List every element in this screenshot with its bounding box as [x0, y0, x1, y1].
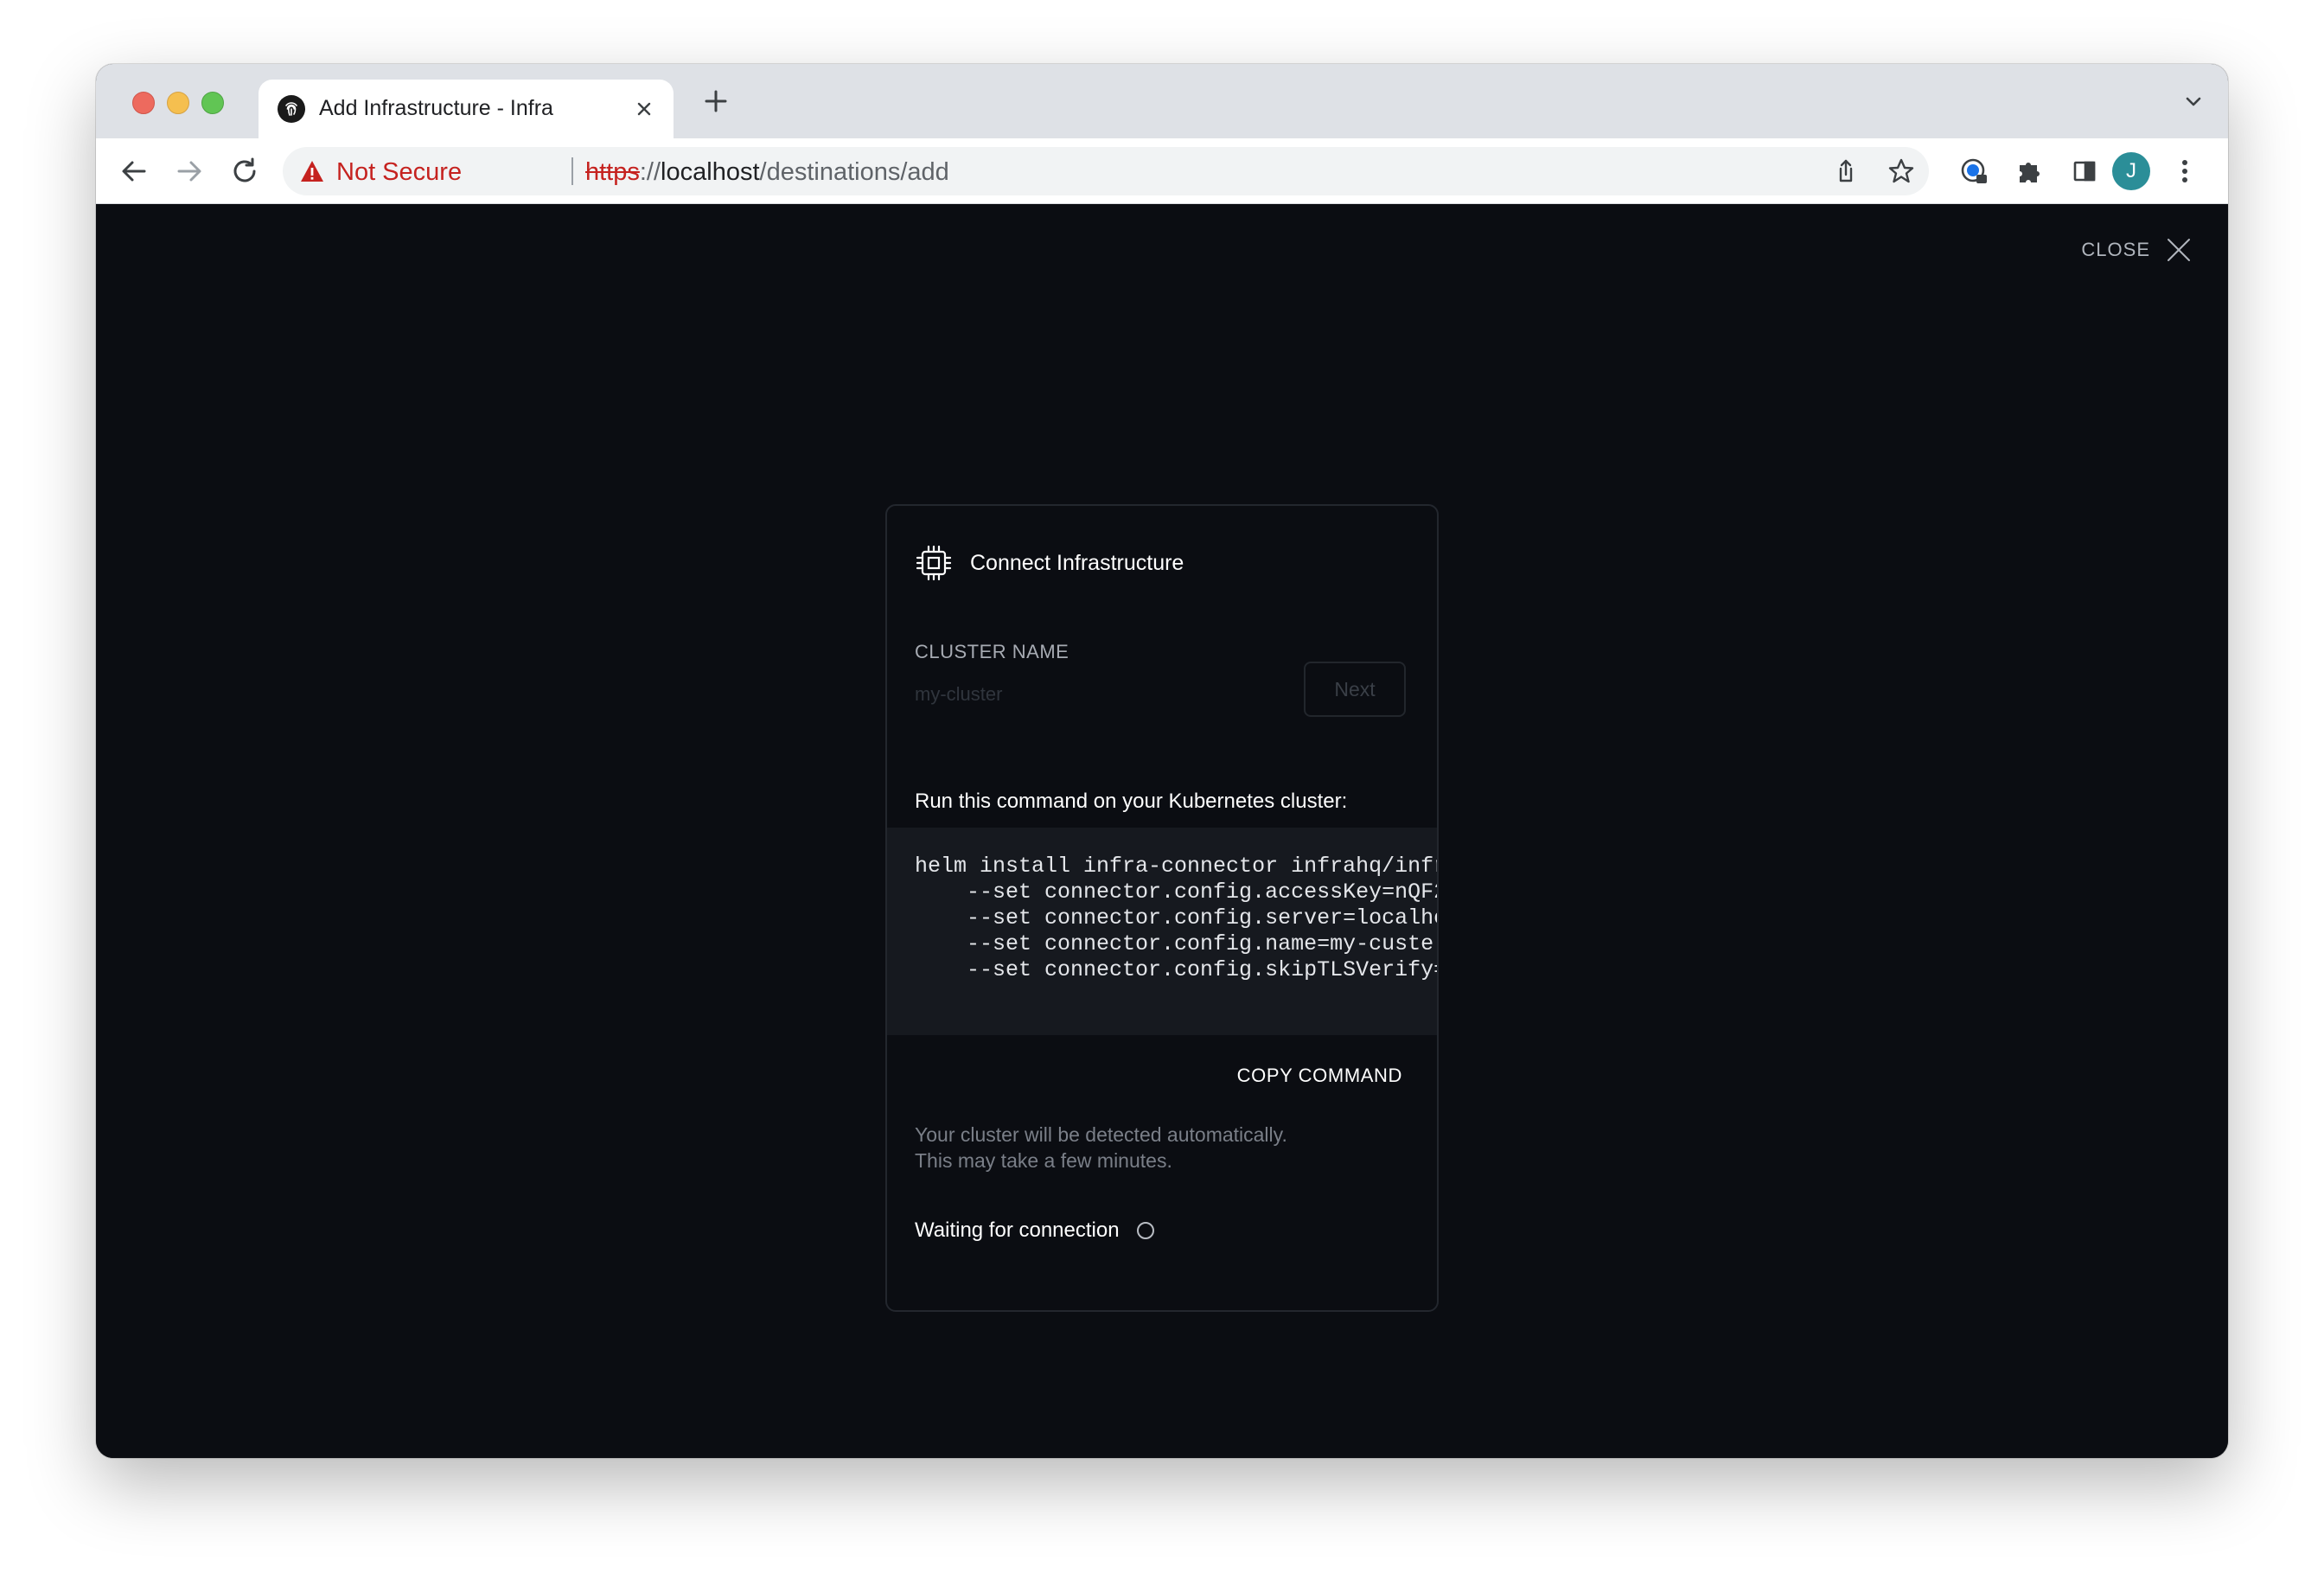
copy-command-button[interactable]: COPY COMMAND — [1237, 1065, 1402, 1087]
browser-toolbar: Not Secure https://localhost/destination… — [96, 138, 2228, 204]
tab-strip: Add Infrastructure - Infra — [96, 64, 2228, 138]
tab-title: Add Infrastructure - Infra — [319, 96, 553, 120]
cpu-chip-icon — [916, 545, 952, 581]
browser-window: Add Infrastructure - Infra Not Secure ht… — [96, 64, 2228, 1458]
url-text[interactable]: https://localhost/destinations/add — [585, 158, 949, 187]
tab-add-infrastructure[interactable]: Add Infrastructure - Infra — [259, 80, 674, 138]
command-line: --set connector.config.name=my-custe — [915, 931, 1434, 956]
command-line: --set connector.config.server=localhc — [915, 905, 1437, 930]
loading-spinner-icon — [1136, 1222, 1154, 1239]
close-label: CLOSE — [2081, 239, 2150, 260]
infra-fingerprint-icon — [278, 95, 305, 123]
more-vertical-icon[interactable] — [2168, 154, 2202, 189]
waiting-label: Waiting for connection — [915, 1218, 1120, 1242]
forward-arrow-icon[interactable] — [172, 154, 207, 189]
address-bar[interactable]: Not Secure https://localhost/destination… — [283, 147, 1929, 195]
profile-avatar[interactable]: J — [2112, 152, 2150, 190]
url-scheme: https — [585, 158, 640, 186]
next-button[interactable]: Next — [1304, 662, 1406, 717]
cluster-name-label: CLUSTER NAME — [915, 641, 1069, 662]
close-button[interactable]: CLOSE — [2081, 237, 2192, 263]
reload-icon[interactable] — [227, 154, 262, 189]
detection-note-line1: Your cluster will be detected automatica… — [915, 1123, 1287, 1146]
detection-note: Your cluster will be detected automatica… — [915, 1122, 1287, 1174]
back-arrow-icon[interactable] — [117, 154, 151, 189]
password-manager-icon[interactable] — [1957, 154, 1991, 189]
extensions-puzzle-icon[interactable] — [2012, 154, 2046, 189]
close-icon — [2168, 239, 2190, 261]
url-path: /destinations/add — [759, 158, 949, 186]
cluster-name-input[interactable] — [915, 677, 1278, 712]
new-tab-plus-icon[interactable] — [696, 81, 736, 121]
command-line: helm install infra-connector infrahq/inf… — [915, 854, 1437, 879]
warning-triangle-icon[interactable] — [300, 160, 324, 182]
share-icon[interactable] — [1829, 154, 1863, 189]
connect-infrastructure-card: Connect Infrastructure CLUSTER NAME Next… — [885, 504, 1439, 1312]
run-instruction: Run this command on your Kubernetes clus… — [915, 790, 1348, 813]
detection-note-line2: This may take a few minutes. — [915, 1149, 1172, 1172]
card-title: Connect Infrastructure — [970, 550, 1184, 575]
url-host: localhost — [661, 158, 760, 186]
chevron-down-icon[interactable] — [2180, 88, 2207, 116]
maximize-window-button[interactable] — [201, 92, 224, 114]
command-line: --set connector.config.accessKey=nQF2 — [915, 879, 1437, 905]
close-window-button[interactable] — [132, 92, 155, 114]
page-content: CLOSE Connect Infrastructure CLUSTER NAM… — [96, 204, 2228, 1458]
bookmark-star-icon[interactable] — [1884, 154, 1919, 189]
command-line: --set connector.config.skipTLSVerify= — [915, 957, 1437, 982]
helm-command-block: helm install infra-connector infrahq/inf… — [887, 828, 1437, 1035]
side-panel-icon[interactable] — [2067, 154, 2102, 189]
connection-status: Waiting for connection — [915, 1218, 1154, 1243]
security-status-label[interactable]: Not Secure — [336, 158, 462, 187]
omnibox-divider — [571, 157, 573, 185]
minimize-window-button[interactable] — [167, 92, 189, 114]
card-header: Connect Infrastructure — [915, 544, 1184, 582]
url-separator: :// — [639, 158, 661, 186]
tab-close-icon[interactable] — [630, 95, 658, 123]
